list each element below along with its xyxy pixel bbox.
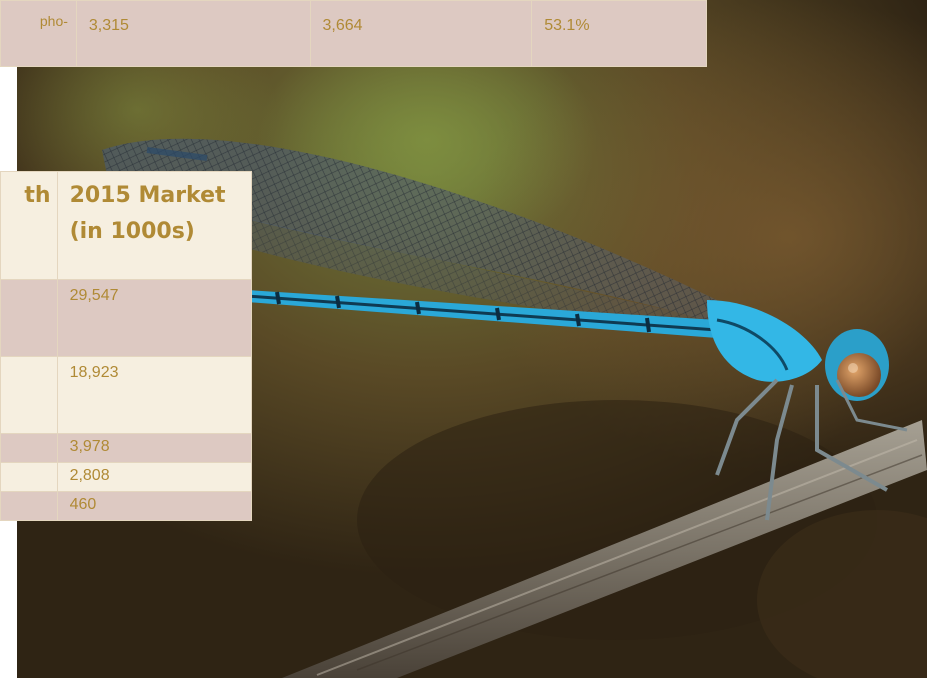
table-cell: 53.1% [531,0,707,67]
table-cell: 18,923 [56,356,253,434]
column-header: th [0,171,58,280]
table-cell: 460 [56,491,253,521]
table-row: 460 [0,491,253,521]
table-row: 2,808 [0,462,253,492]
market-table: th 2015 Market (in 1000s) 29,547 18,923 … [0,171,253,521]
table-cell [0,433,58,463]
table-cell [0,462,58,492]
table-row: 29,547 [0,279,253,357]
table-cell: 29,547 [56,279,253,357]
table-cell [0,279,58,357]
header-line: 2015 Market [69,183,226,208]
table-header-row: th 2015 Market (in 1000s) [0,171,253,280]
top-data-table: pho- 3,315 3,664 53.1% [0,0,707,67]
table-cell: 3,978 [56,433,253,463]
header-line: (in 1000s) [69,219,195,244]
table-cell: pho- [0,0,77,67]
table-cell: 2,808 [56,462,253,492]
table-row: 18,923 [0,356,253,434]
table-row: 3,978 [0,433,253,463]
table-cell: 3,664 [309,0,533,67]
table-row: pho- 3,315 3,664 53.1% [0,0,707,67]
column-header-market: 2015 Market (in 1000s) [56,171,253,280]
table-cell [0,356,58,434]
table-cell: 3,315 [75,0,311,67]
table-cell [0,491,58,521]
